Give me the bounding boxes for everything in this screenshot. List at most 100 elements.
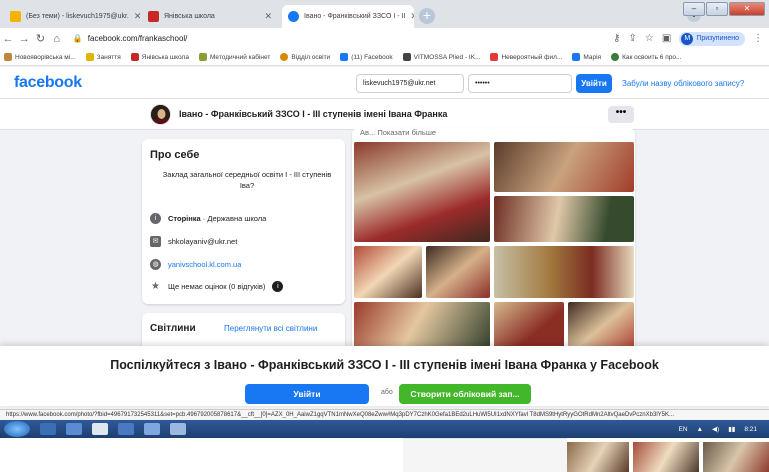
reload-icon[interactable]: ↻: [32, 32, 48, 45]
forward-icon[interactable]: →: [16, 33, 32, 45]
close-tab-icon[interactable]: ✕: [410, 11, 414, 22]
facebook-icon: [572, 53, 581, 61]
bookmark-item[interactable]: Янівська школа: [130, 53, 189, 61]
window-controls: – ▫ ✕: [683, 2, 765, 16]
overlay-login-button[interactable]: Увійти: [245, 384, 369, 404]
bookmark-item[interactable]: Методичний кабінет: [198, 53, 270, 61]
bookmark-icon: [130, 53, 139, 61]
photo: [703, 442, 769, 472]
profile-button[interactable]: М Призупинено: [679, 31, 745, 46]
system-tray: EN ▲ ◀) ▮▮ 8:21: [679, 425, 769, 434]
forgot-account-link[interactable]: Забули назву облікового запису?: [622, 79, 744, 88]
address-bar[interactable]: 🔒 facebook.com/frankaschool/: [73, 30, 613, 47]
clock[interactable]: 8:21: [744, 426, 757, 433]
star-icon[interactable]: ☆: [645, 33, 654, 44]
tab-facebook[interactable]: Івано - Франківський ЗЗСО І - ІІ ✕: [282, 5, 414, 28]
maximize-button[interactable]: ▫: [706, 2, 728, 16]
photo: [567, 442, 629, 472]
facebook-header: facebook liskevuch1975@ukr.net •••••• Ув…: [0, 67, 769, 99]
bookmark-item[interactable]: Новояворівська мі...: [4, 53, 76, 61]
explorer-icon[interactable]: [40, 423, 56, 435]
bookmark-icon: [402, 53, 411, 61]
email-text: shkolayaniv@ukr.net: [168, 237, 238, 246]
login-button[interactable]: Увійти: [576, 74, 612, 93]
password-field[interactable]: ••••••: [468, 74, 572, 93]
tab-gmail[interactable]: (Без теми) - liskevuch1975@ukr. ✕: [4, 5, 140, 28]
photo[interactable]: [354, 142, 490, 242]
page-avatar[interactable]: [150, 104, 171, 125]
close-tab-icon[interactable]: ✕: [264, 11, 272, 22]
website-link[interactable]: yanivschool.kl.com.ua: [168, 260, 241, 269]
bookmark-item[interactable]: Відділ освіти: [280, 53, 330, 61]
email-row: ✉ shkolayaniv@ukr.net: [150, 236, 237, 247]
see-all-photos-link[interactable]: Переглянути всі світлини: [224, 324, 317, 333]
bookmark-item[interactable]: VITMOSSA Plied - IK...: [402, 53, 480, 61]
start-button[interactable]: [4, 421, 30, 437]
bookmark-item[interactable]: Заняття: [85, 53, 121, 61]
chrome-icon[interactable]: [92, 423, 108, 435]
facebook-logo[interactable]: facebook: [14, 74, 82, 92]
browser-toolbar: ← → ↻ ⌂ 🔒 facebook.com/frankaschool/ ⚷ ⇪…: [0, 28, 769, 49]
bookmark-icon: [198, 53, 207, 61]
bookmark-item[interactable]: Марія: [572, 53, 601, 61]
more-options-button[interactable]: •••: [608, 106, 634, 123]
flag-icon[interactable]: ▲: [697, 426, 703, 433]
bookmark-icon: [611, 53, 620, 61]
taskbar-app-icon[interactable]: [170, 423, 186, 435]
photo-collage[interactable]: [354, 142, 634, 353]
bookmark-icon: [85, 53, 94, 61]
tab-label: Янівська школа: [164, 13, 215, 20]
facebook-icon: [288, 11, 299, 22]
signal-icon[interactable]: ▮▮: [728, 425, 735, 433]
photo[interactable]: [354, 246, 422, 298]
back-icon[interactable]: ←: [0, 33, 16, 45]
status-url: https://www.facebook.com/photo/?fbid=496…: [0, 409, 769, 419]
volume-icon[interactable]: ◀): [712, 425, 719, 433]
show-more-link[interactable]: Ав... Показати більше: [360, 128, 436, 137]
website-row: ◍ yanivschool.kl.com.ua: [150, 259, 241, 270]
close-tab-icon[interactable]: ✕: [134, 11, 140, 22]
taskbar-app-icon[interactable]: [144, 423, 160, 435]
tab-label: (Без теми) - liskevuch1975@ukr.: [26, 13, 129, 20]
tab-school[interactable]: Янівська школа ✕: [142, 5, 278, 28]
bookmark-item[interactable]: Невероятный фил...: [490, 53, 562, 61]
close-window-button[interactable]: ✕: [729, 2, 765, 16]
envelope-icon: ✉: [150, 236, 161, 247]
category-prefix: Сторінка: [168, 214, 201, 223]
youtube-icon: [490, 53, 499, 61]
taskbar-app-icon[interactable]: [66, 423, 82, 435]
sidebar-icon[interactable]: ▣: [662, 33, 671, 44]
info-icon[interactable]: i: [272, 281, 284, 292]
photo[interactable]: [494, 142, 634, 192]
photo[interactable]: [494, 196, 634, 242]
browser-window: (Без теми) - liskevuch1975@ukr. ✕ Янівсь…: [0, 0, 769, 438]
bookmark-item[interactable]: (11) Facebook: [340, 53, 393, 61]
toolbar-actions: ⚷ ⇪ ☆ ▣ М Призупинено ⋮: [613, 31, 769, 46]
language-indicator[interactable]: EN: [679, 426, 688, 433]
new-tab-button[interactable]: +: [419, 8, 435, 24]
photo: [633, 442, 699, 472]
post-card: Ав... Показати більше: [352, 128, 635, 353]
key-icon[interactable]: ⚷: [613, 33, 620, 44]
rating-text: Ще немає оцінок (0 відгуків): [168, 282, 266, 291]
url-text: facebook.com/frankaschool/: [87, 34, 188, 43]
page-title: Івано - Франківський ЗЗСО І - ІІІ ступен…: [179, 109, 448, 119]
profile-status: Призупинено: [696, 35, 739, 42]
create-account-button[interactable]: Створити обліковий зап...: [399, 384, 531, 404]
overlay-heading: Поспілкуйтеся з Івано - Франківський ЗЗС…: [110, 358, 659, 372]
school-icon: [148, 11, 159, 22]
taskbar-app-icon[interactable]: [118, 423, 134, 435]
photo[interactable]: [494, 246, 634, 298]
menu-icon[interactable]: ⋮: [753, 33, 763, 44]
email-field[interactable]: liskevuch1975@ukr.net: [356, 74, 464, 93]
taskbar: EN ▲ ◀) ▮▮ 8:21: [0, 420, 769, 438]
photo[interactable]: [426, 246, 490, 298]
login-prompt-overlay: Поспілкуйтеся з Івано - Франківський ЗЗС…: [0, 346, 769, 406]
minimize-button[interactable]: –: [683, 2, 705, 16]
facebook-icon: [340, 53, 349, 61]
star-icon: ★: [151, 281, 160, 292]
bookmark-item[interactable]: Как освоить 6 про...: [611, 53, 681, 61]
home-icon[interactable]: ⌂: [49, 33, 65, 45]
share-icon[interactable]: ⇪: [629, 33, 637, 44]
info-icon: i: [150, 213, 161, 224]
